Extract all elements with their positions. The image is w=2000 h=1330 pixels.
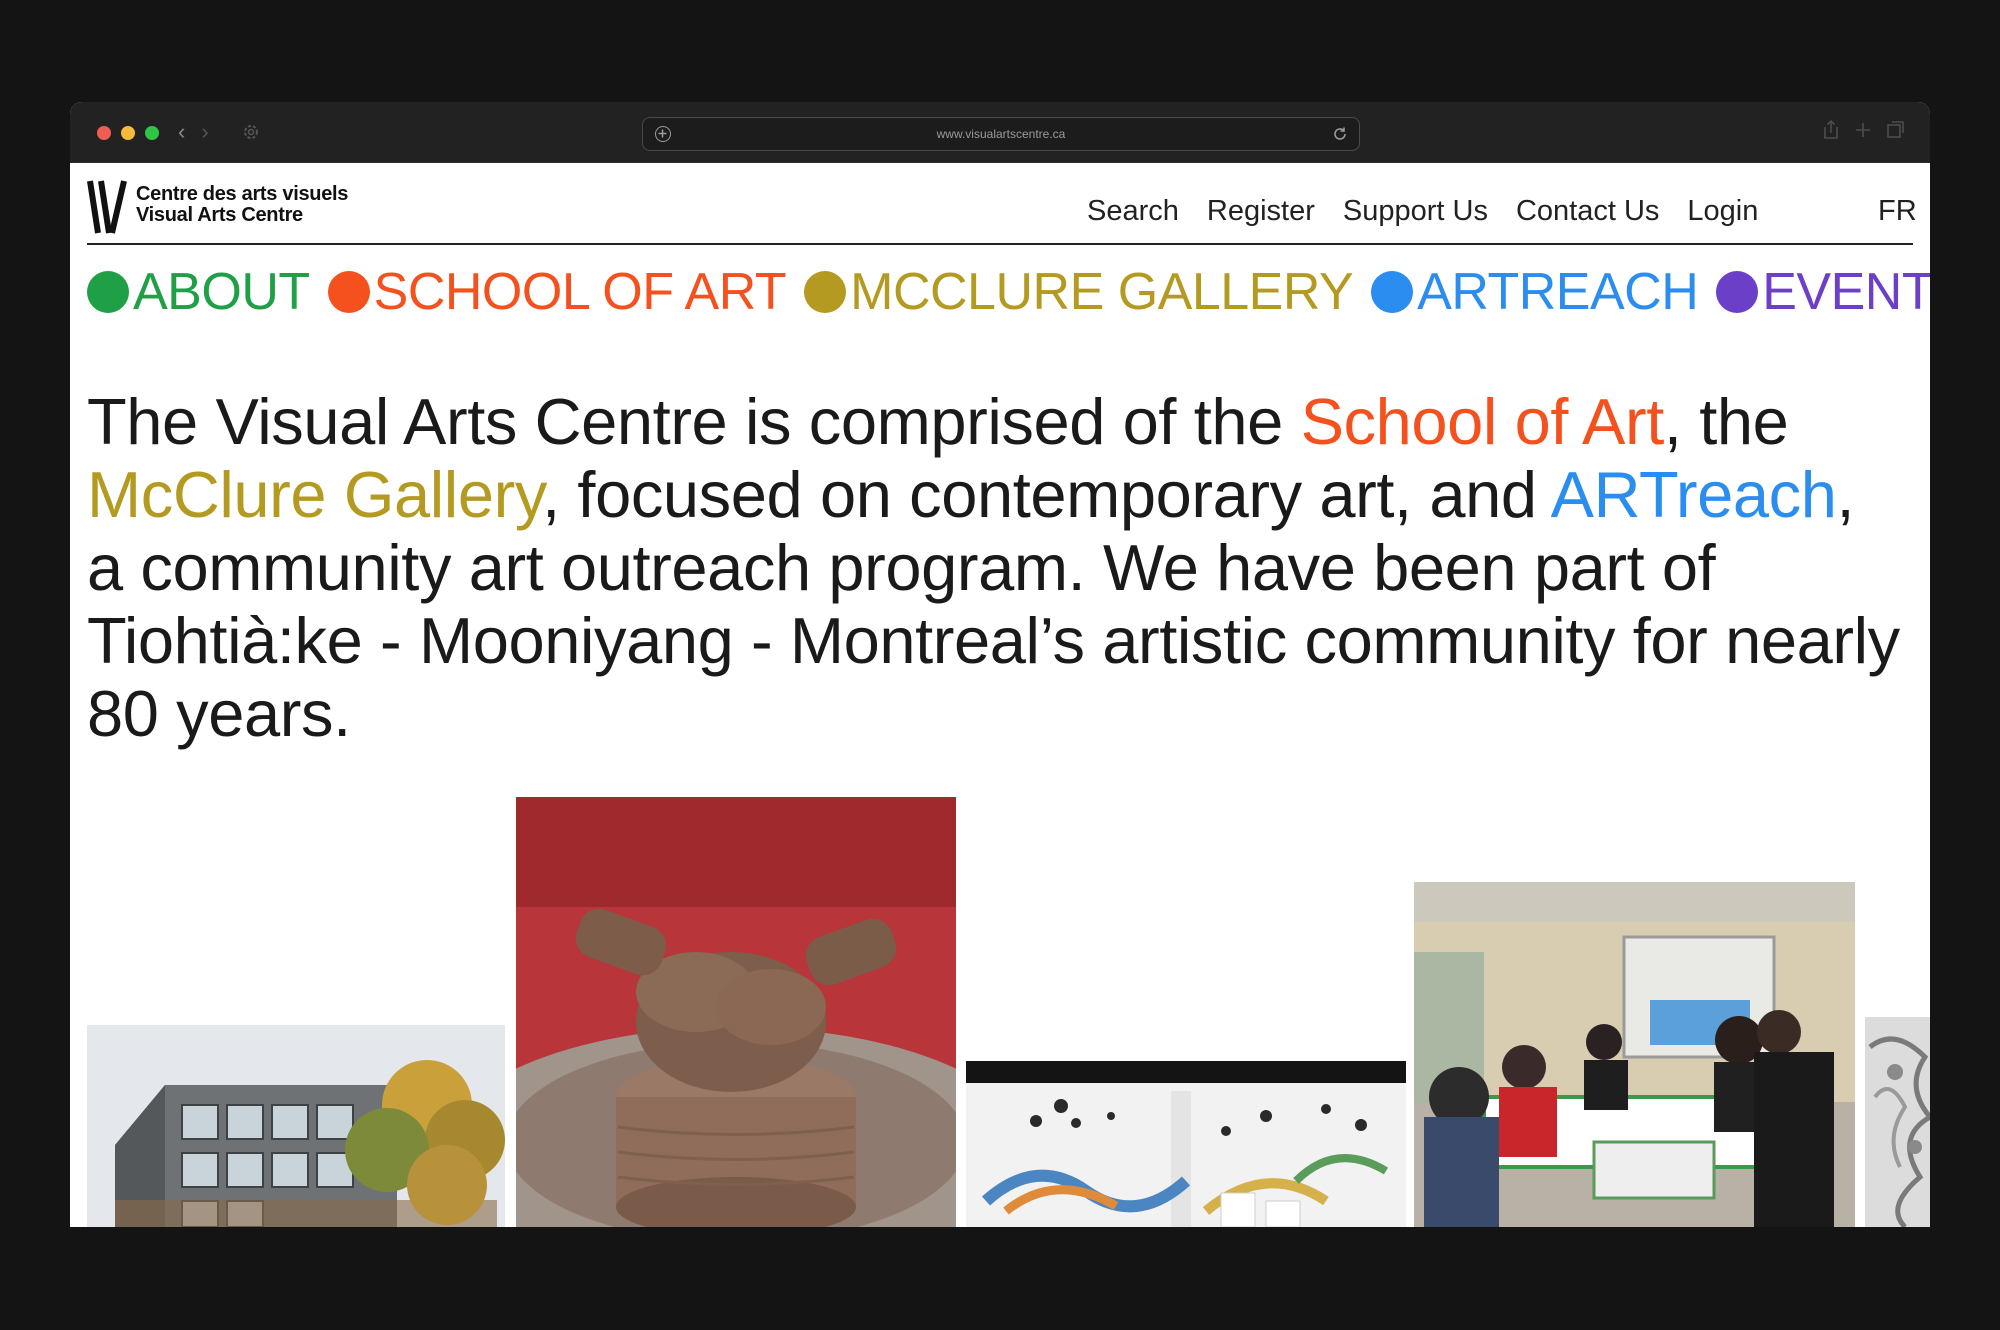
intro-text: The Visual Arts Centre is comprised of t… bbox=[87, 385, 1301, 458]
intro-text: , the bbox=[1663, 385, 1789, 458]
mcclure-gallery-link[interactable]: McClure Gallery bbox=[87, 458, 543, 531]
school-of-art-link[interactable]: School of Art bbox=[1301, 385, 1665, 458]
utility-nav: Search Register Support Us Contact Us Lo… bbox=[1087, 195, 1758, 228]
web-page: Centre des arts visuels Visual Arts Cent… bbox=[70, 163, 1930, 1227]
address-bar[interactable]: www.visualartscentre.ca bbox=[642, 117, 1360, 151]
gallery-mural-photo[interactable] bbox=[966, 1061, 1406, 1227]
browser-toolbar: ‹ › www.visualartscentre.ca bbox=[70, 102, 1930, 163]
search-link[interactable]: Search bbox=[1087, 195, 1179, 228]
support-us-link[interactable]: Support Us bbox=[1343, 195, 1488, 228]
nav-label: SCHOOL OF ART bbox=[373, 263, 787, 321]
logo-line-french: Centre des arts visuels bbox=[136, 183, 349, 205]
events-dot-icon bbox=[1716, 271, 1759, 313]
window-controls bbox=[97, 126, 159, 140]
minimize-window-button[interactable] bbox=[121, 126, 135, 140]
back-icon[interactable]: ‹ bbox=[178, 119, 185, 145]
forward-icon[interactable]: › bbox=[201, 119, 208, 145]
register-link[interactable]: Register bbox=[1207, 195, 1315, 228]
vac-logo-icon[interactable] bbox=[87, 177, 135, 237]
add-tab-icon[interactable] bbox=[1854, 119, 1872, 141]
artreach-workshop-photo[interactable] bbox=[1414, 882, 1855, 1227]
nav-label: ABOUT bbox=[133, 263, 310, 321]
nav-item-artreach[interactable]: ARTREACH bbox=[1371, 262, 1699, 322]
artreach-dot-icon bbox=[1371, 271, 1414, 313]
building-photo[interactable] bbox=[87, 1025, 505, 1227]
nav-label: MCCLURE GALLERY bbox=[850, 263, 1354, 321]
gallery-dot-icon bbox=[804, 271, 847, 313]
main-nav: ABOUT SCHOOL OF ART MCCLURE GALLERY ARTR… bbox=[87, 262, 1930, 322]
nav-item-mcclure-gallery[interactable]: MCCLURE GALLERY bbox=[804, 262, 1354, 322]
nav-label: ARTREACH bbox=[1417, 263, 1699, 321]
url-text: www.visualartscentre.ca bbox=[936, 127, 1066, 141]
school-dot-icon bbox=[327, 271, 370, 313]
nav-label: EVENTS bbox=[1762, 263, 1930, 321]
intro-text: , focused on contemporary art, and bbox=[542, 458, 1551, 531]
language-toggle[interactable]: FR bbox=[1878, 195, 1917, 228]
zoom-window-button[interactable] bbox=[145, 126, 159, 140]
site-logo-text[interactable]: Centre des arts visuels Visual Arts Cent… bbox=[136, 184, 348, 226]
artreach-link[interactable]: ARTreach bbox=[1551, 458, 1837, 531]
nav-item-about[interactable]: ABOUT bbox=[87, 262, 310, 322]
browser-window: ‹ › www.visualartscentre.ca Centre des a… bbox=[70, 102, 1930, 1227]
settings-icon[interactable] bbox=[242, 123, 260, 141]
share-icon[interactable] bbox=[1822, 119, 1840, 141]
logo-line-english: Visual Arts Centre bbox=[136, 204, 303, 226]
nav-item-school-of-art[interactable]: SCHOOL OF ART bbox=[327, 262, 787, 322]
tabs-overview-icon[interactable] bbox=[1886, 119, 1906, 141]
reload-icon[interactable] bbox=[1331, 125, 1349, 143]
close-window-button[interactable] bbox=[97, 126, 111, 140]
about-dot-icon bbox=[87, 271, 129, 313]
contact-us-link[interactable]: Contact Us bbox=[1516, 195, 1659, 228]
pottery-wheel-photo[interactable] bbox=[516, 797, 956, 1227]
login-link[interactable]: Login bbox=[1687, 195, 1758, 228]
nav-item-events[interactable]: EVENTS bbox=[1716, 262, 1930, 322]
intro-paragraph: The Visual Arts Centre is comprised of t… bbox=[87, 385, 1907, 750]
sculpture-photo[interactable] bbox=[1865, 1017, 1930, 1227]
header-divider bbox=[87, 243, 1913, 245]
